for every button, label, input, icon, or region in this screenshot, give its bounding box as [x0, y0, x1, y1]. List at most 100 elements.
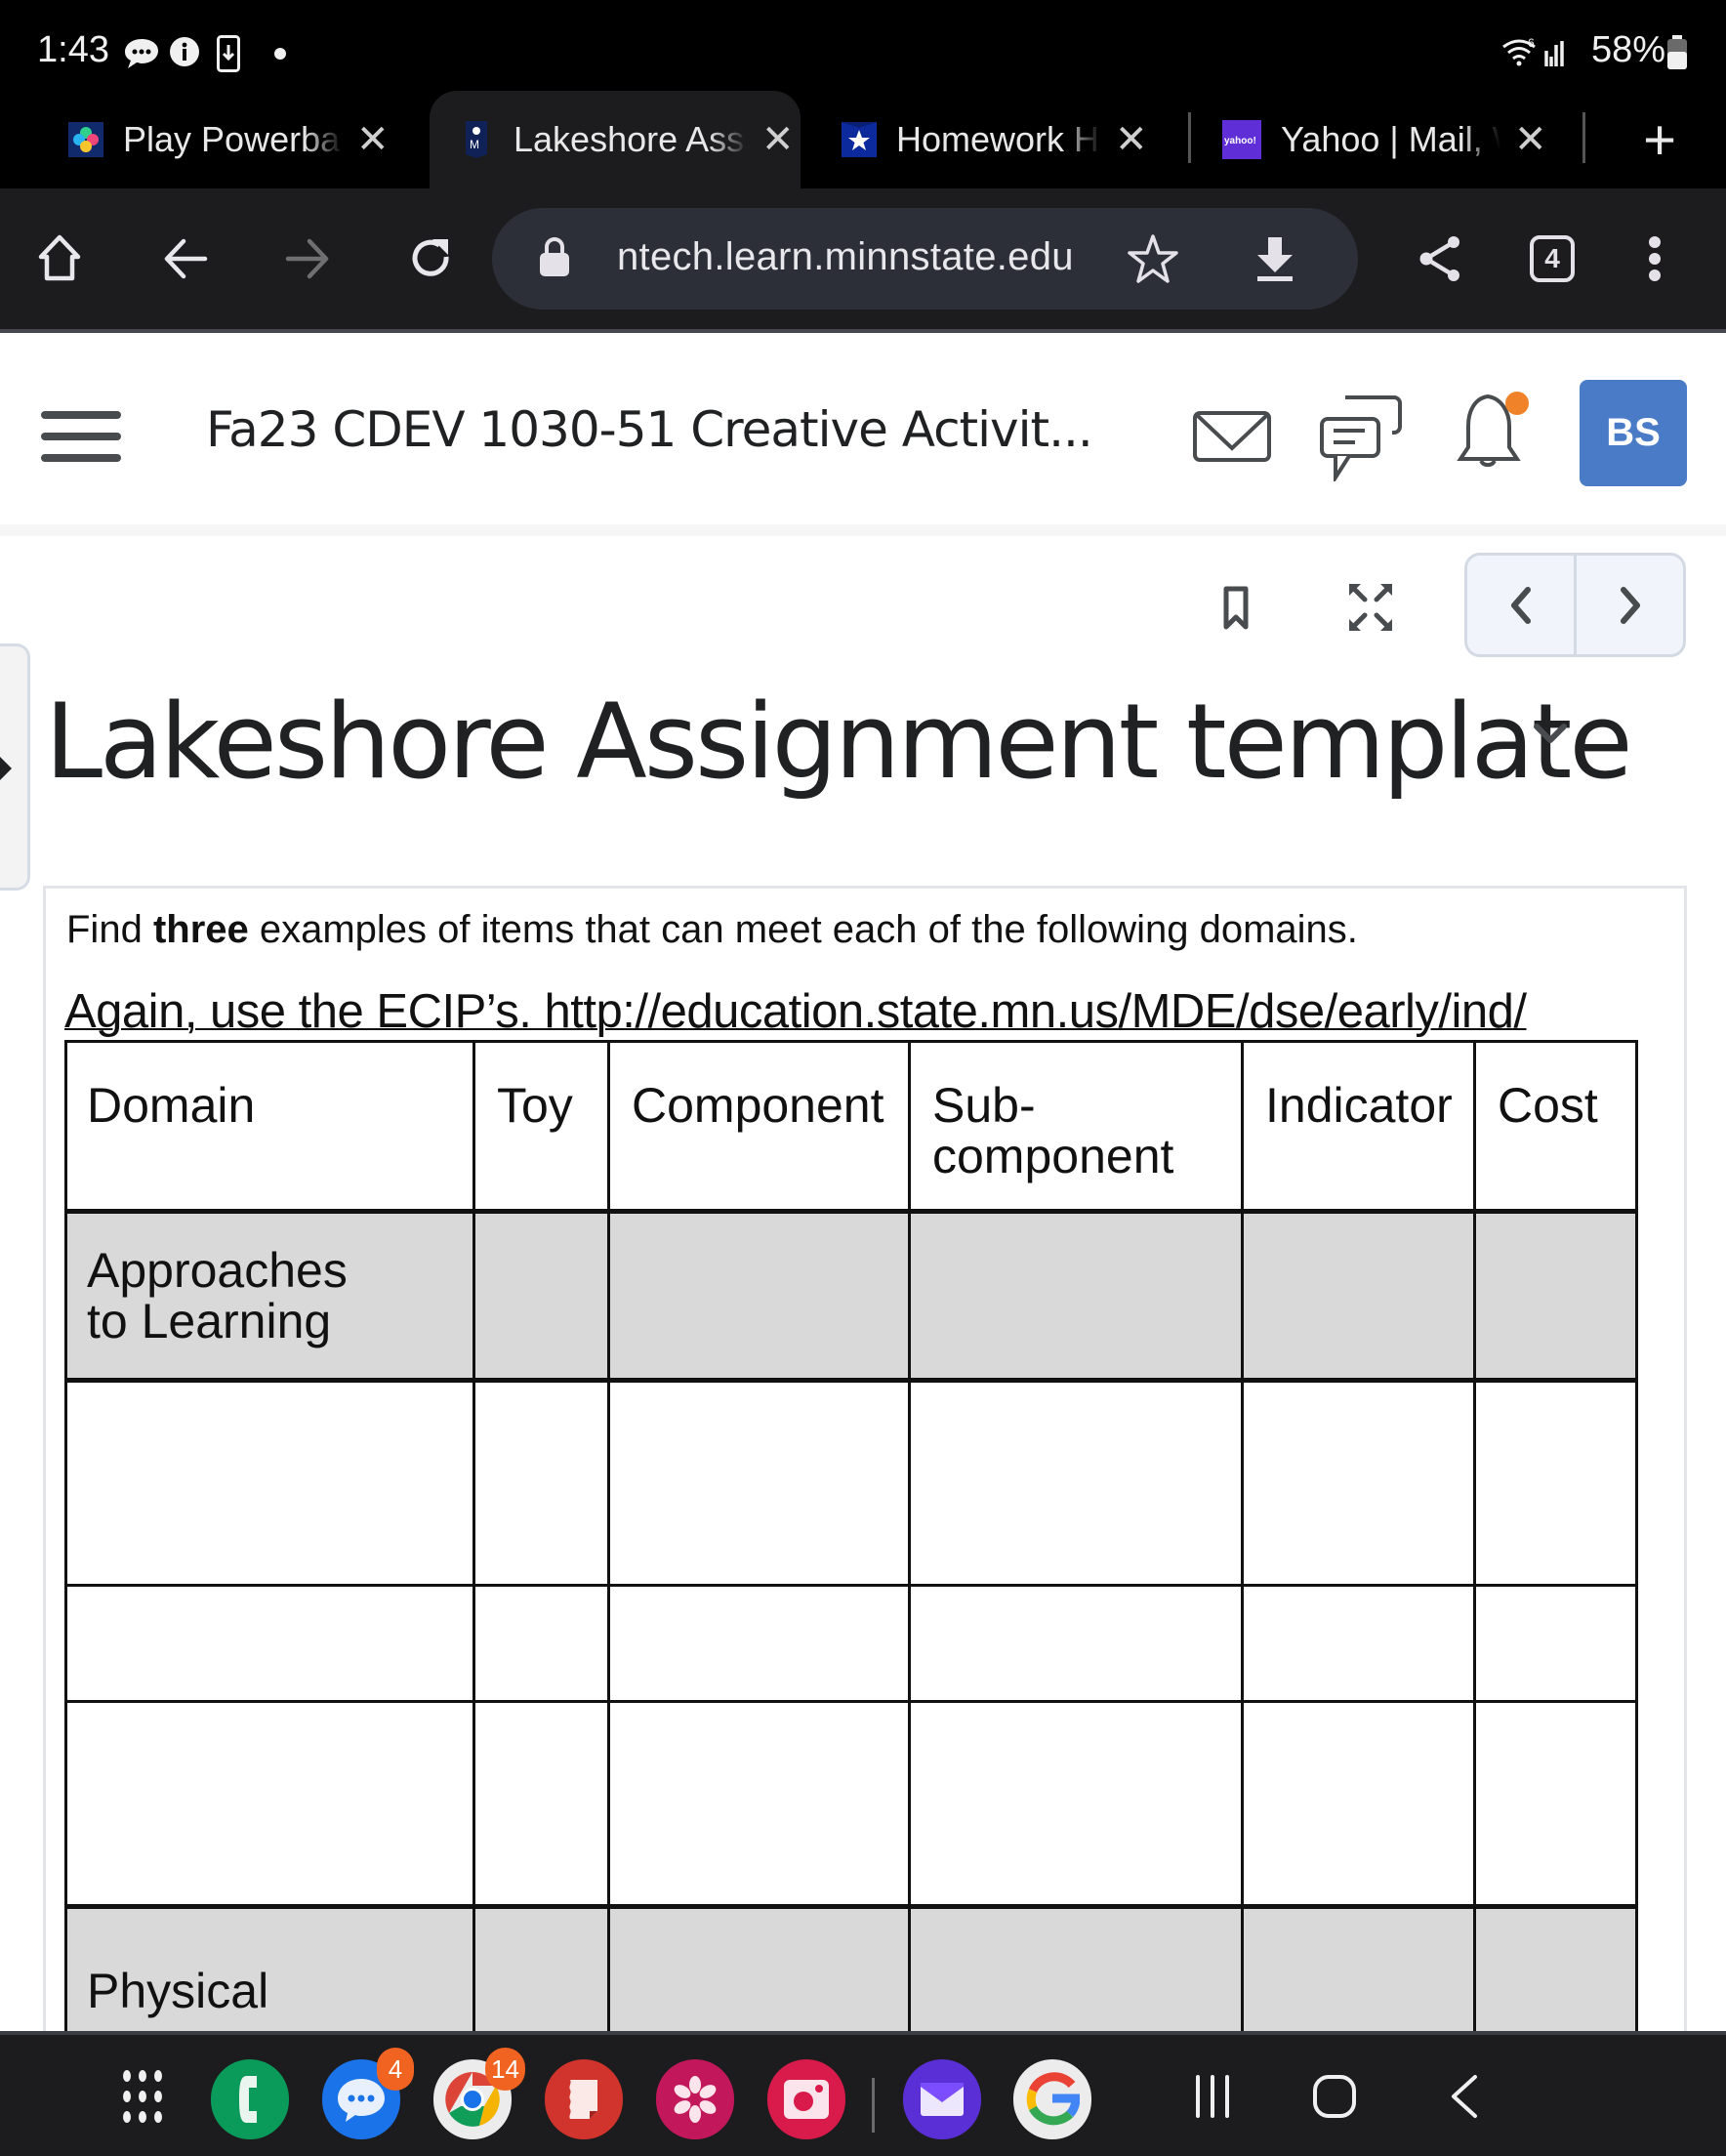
header-cost: Cost [1473, 1040, 1638, 1213]
instruction-text: Find [66, 908, 153, 951]
table-cell[interactable] [908, 1379, 1244, 1587]
table-cell[interactable] [607, 1700, 911, 1908]
course-title[interactable]: Fa23 CDEV 1030-51 Creative Activit... [206, 401, 1093, 458]
back-button[interactable] [151, 225, 220, 293]
home-nav-icon[interactable] [1312, 2074, 1357, 2119]
table-row: Approaches to Learning [64, 1209, 1638, 1383]
user-avatar-button[interactable]: BS [1580, 380, 1687, 486]
browser-toolbar: ntech.learn.minnstate.edu 4 [0, 188, 1726, 333]
header-divider [0, 524, 1726, 536]
back-nav-icon[interactable] [1450, 2074, 1479, 2119]
table-cell[interactable] [1241, 1584, 1476, 1703]
bookmark-star-icon[interactable] [1127, 233, 1179, 284]
table-cell[interactable] [1473, 1584, 1638, 1703]
tab-play-powerball[interactable]: Play Powerball ✕ [68, 91, 400, 188]
camera-app-icon[interactable] [767, 2059, 845, 2139]
table-cell[interactable] [473, 1700, 610, 1908]
tab-count: 4 [1530, 235, 1575, 282]
table-row [64, 1379, 1638, 1587]
course-header: Fa23 CDEV 1030-51 Creative Activit... [0, 337, 1726, 524]
tab-homework-help[interactable]: Homework He ✕ [842, 91, 1164, 188]
table-cell[interactable] [473, 1584, 610, 1703]
page-title: Lakeshore Assignment template [45, 682, 1633, 802]
domain-cell[interactable]: Approaches to Learning [64, 1209, 475, 1383]
notifications-bell-icon[interactable] [1455, 391, 1531, 478]
domain-table: Domain Toy Component Sub-component Indic… [64, 1040, 1638, 2078]
next-topic-button[interactable] [1574, 556, 1683, 654]
table-cell[interactable] [607, 1584, 911, 1703]
table-cell[interactable] [607, 1379, 911, 1587]
table-cell[interactable] [1473, 1700, 1638, 1908]
discussions-chat-icon[interactable] [1320, 395, 1402, 481]
table-row [64, 1700, 1638, 1908]
new-tab-button[interactable]: + [1625, 91, 1694, 188]
instruction-prefix: Again, use the ECIP’s. [64, 985, 545, 1038]
tab-lakeshore-assignment[interactable]: M Lakeshore Ass ✕ [430, 91, 801, 188]
table-cell[interactable] [908, 1209, 1244, 1383]
table-cell[interactable] [908, 1700, 1244, 1908]
table-cell[interactable] [1241, 1379, 1476, 1587]
forward-button[interactable] [273, 225, 342, 293]
chrome-badge: 14 [485, 2048, 525, 2091]
google-app-icon[interactable] [1013, 2059, 1091, 2139]
home-button[interactable] [25, 225, 94, 293]
recent-apps-icon[interactable] [1193, 2074, 1232, 2119]
share-icon [1419, 236, 1459, 281]
fullscreen-icon[interactable] [1347, 582, 1394, 633]
tab-title: Yahoo | Mail, W [1281, 119, 1500, 160]
close-tab-icon[interactable]: ✕ [761, 117, 795, 162]
lock-icon[interactable] [539, 235, 570, 278]
download-icon[interactable] [1255, 235, 1294, 284]
svg-text:M: M [470, 138, 479, 151]
url-text[interactable]: ntech.learn.minnstate.edu [617, 235, 1074, 279]
table-cell[interactable] [607, 1209, 911, 1383]
messages-app-icon[interactable]: 4 [322, 2048, 414, 2139]
table-cell[interactable] [473, 1209, 610, 1383]
reload-button[interactable] [396, 225, 465, 293]
chrome-app-icon[interactable]: 14 [433, 2048, 525, 2139]
table-cell[interactable] [473, 1379, 610, 1587]
tab-separator [1188, 112, 1191, 163]
close-tab-icon[interactable]: ✕ [356, 117, 390, 162]
yahoo-favicon: yahoo! [1222, 120, 1261, 159]
back-arrow-icon [164, 238, 208, 279]
browser-tab-strip: Play Powerball ✕ M Lakeshore Ass ✕ Homew… [0, 91, 1726, 188]
table-cell[interactable] [1473, 1379, 1638, 1587]
table-cell[interactable] [1241, 1700, 1476, 1908]
minnstate-favicon: M [459, 121, 494, 158]
table-cell[interactable] [1241, 1209, 1476, 1383]
hamburger-menu-icon[interactable] [41, 411, 121, 462]
tab-switcher-button[interactable]: 4 [1518, 225, 1586, 293]
chevron-right-icon [1620, 586, 1640, 624]
status-bar: 1:43 6 58% [0, 0, 1726, 93]
close-tab-icon[interactable]: ✕ [1514, 117, 1547, 162]
table-of-contents-toggle[interactable] [0, 643, 30, 891]
tab-title: Lakeshore Ass [514, 119, 748, 160]
domain-cell[interactable] [64, 1700, 475, 1908]
close-tab-icon[interactable]: ✕ [1115, 117, 1148, 162]
table-cell[interactable] [908, 1584, 1244, 1703]
dot-icon [274, 48, 286, 60]
header-domain: Domain [64, 1040, 475, 1213]
address-bar[interactable]: ntech.learn.minnstate.edu [492, 208, 1358, 310]
previous-topic-button[interactable] [1467, 556, 1574, 654]
table-cell[interactable] [1473, 1209, 1638, 1383]
ecip-link[interactable]: http://education.state.mn.us/MDE/dse/ear… [545, 985, 1528, 1038]
header-indicator: Indicator [1241, 1040, 1476, 1213]
share-button[interactable] [1406, 225, 1474, 293]
domain-cell[interactable] [64, 1379, 475, 1587]
tab-title: Homework He [896, 119, 1101, 160]
title-chevron-down-icon[interactable] [1533, 723, 1568, 746]
tab-yahoo-mail[interactable]: yahoo! Yahoo | Mail, W ✕ [1222, 91, 1554, 188]
bookmark-icon[interactable] [1223, 586, 1249, 631]
tab-title: Play Powerball [123, 119, 343, 160]
domain-cell[interactable] [64, 1584, 475, 1703]
gallery-app-icon[interactable] [656, 2059, 734, 2139]
app-drawer-icon[interactable] [121, 2068, 164, 2125]
phone-app-icon[interactable] [211, 2059, 289, 2139]
notes-app-icon[interactable] [545, 2059, 623, 2139]
android-navigation-bar: 4 14 [0, 2031, 1726, 2156]
email-app-icon[interactable] [903, 2059, 981, 2139]
email-icon[interactable] [1193, 411, 1271, 462]
menu-button[interactable] [1621, 225, 1689, 293]
